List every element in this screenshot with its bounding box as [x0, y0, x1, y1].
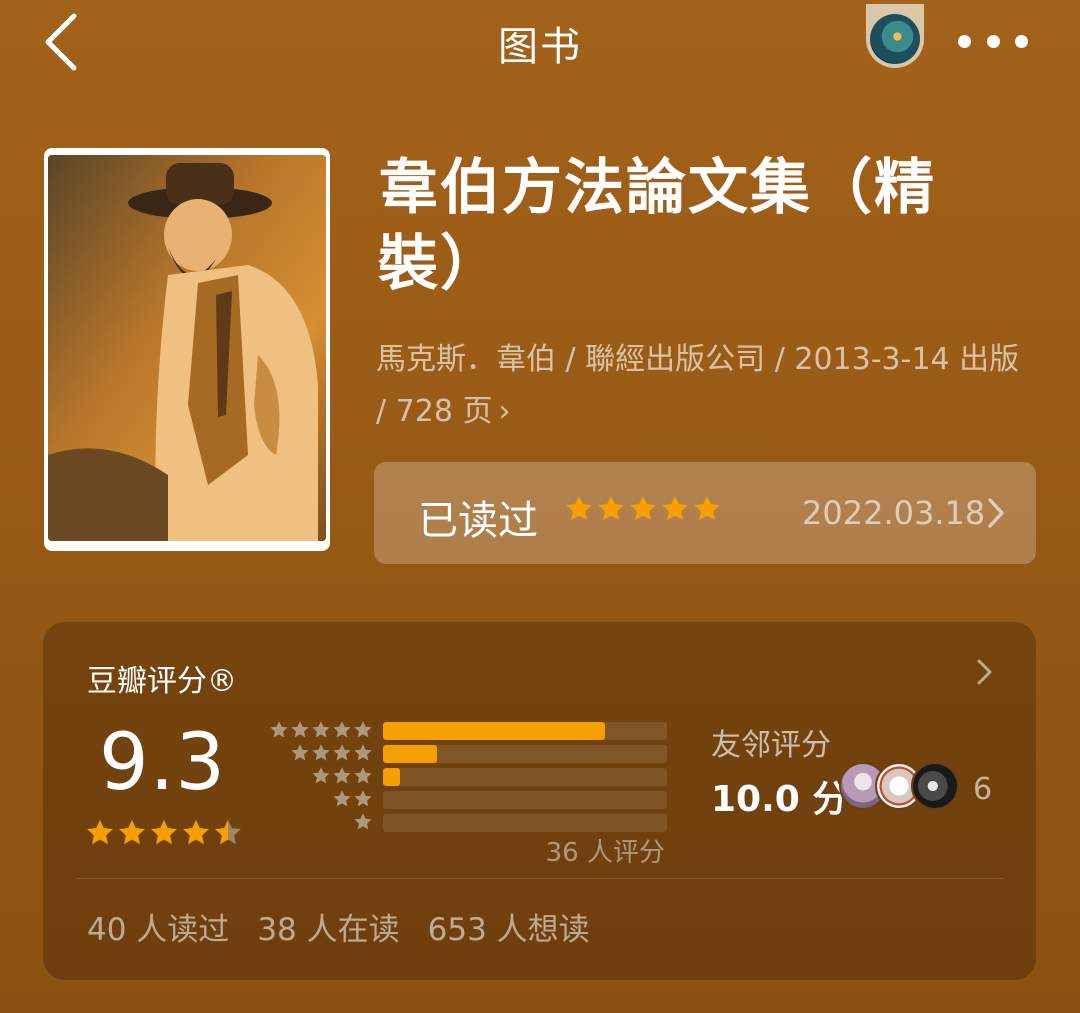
star-icon [598, 495, 624, 521]
reading-count[interactable]: 38 人在读 [257, 904, 399, 949]
star-icon [87, 819, 113, 845]
read-count[interactable]: 40 人读过 [87, 904, 229, 949]
book-title: 韋伯方法論文集（精裝） [378, 153, 936, 299]
user-avatar[interactable] [866, 4, 924, 68]
star-icon [291, 721, 309, 738]
distribution-star-label [265, 766, 373, 789]
star-icon [291, 744, 309, 761]
my-rating-stars [564, 494, 722, 534]
distribution-star-label [265, 720, 373, 743]
distribution-bar-track [383, 722, 667, 740]
star-icon [333, 721, 351, 738]
rating-distribution-stars [265, 720, 373, 835]
star-icon [312, 721, 330, 738]
rating-count: 36 人评分 [545, 838, 665, 868]
more-dots-icon [958, 34, 971, 48]
star-icon [354, 767, 372, 784]
avatar [911, 762, 959, 810]
distribution-star-label [265, 789, 373, 812]
divider [76, 878, 1004, 879]
book-cover[interactable] [44, 148, 330, 551]
chevron-right-icon: › [498, 394, 511, 429]
want-count[interactable]: 653 人想读 [428, 904, 590, 949]
star-icon [119, 819, 145, 845]
distribution-bar-3-star [383, 768, 401, 786]
distribution-bar-track [383, 768, 667, 786]
star-icon [662, 495, 688, 521]
star-icon [215, 819, 241, 845]
star-icon [183, 819, 209, 845]
star-icon [354, 813, 372, 830]
star-icon [333, 790, 351, 807]
star-icon [151, 819, 177, 845]
star-icon [566, 495, 592, 521]
star-icon [312, 767, 330, 784]
book-meta-text: 馬克斯．韋伯 / 聯經出版公司 / 2013-3-14 出版 / 728 页 [376, 342, 1020, 429]
top-bar: 图书 [0, 0, 1080, 90]
star-icon [333, 744, 351, 761]
rating-score: 9.3 [99, 718, 227, 808]
friend-avatars[interactable] [839, 762, 969, 810]
rating-distribution-bars [383, 722, 667, 837]
reading-status-card[interactable]: 已读过 2022.03.18 [374, 462, 1036, 564]
distribution-bar-5-star [383, 722, 605, 740]
star-icon [270, 721, 288, 738]
star-icon [630, 495, 656, 521]
reading-status-label: 已读过 [418, 498, 538, 544]
chevron-right-icon [977, 659, 992, 685]
star-icon [333, 767, 351, 784]
star-icon [354, 744, 372, 761]
star-icon [354, 790, 372, 807]
book-meta[interactable]: 馬克斯．韋伯 / 聯經出版公司 / 2013-3-14 出版 / 728 页 › [376, 334, 1036, 438]
reading-date: 2022.03.18 [802, 494, 986, 532]
chevron-right-icon [988, 498, 1004, 528]
friends-count: 6 [973, 772, 993, 807]
distribution-bar-track [383, 745, 667, 763]
distribution-bar-track [383, 814, 667, 832]
rating-score-stars [85, 818, 243, 848]
rating-panel-title: 豆瓣评分® [87, 664, 237, 699]
reading-stats: 40 人读过 38 人在读 653 人想读 [87, 904, 590, 949]
distribution-star-label [265, 812, 373, 835]
friends-rating-title: 友邻评分 [711, 728, 831, 763]
star-icon [312, 744, 330, 761]
more-button[interactable] [958, 28, 1028, 54]
distribution-bar-track [383, 791, 667, 809]
star-icon [694, 495, 720, 521]
distribution-star-label [265, 743, 373, 766]
douban-rating-panel[interactable]: 豆瓣评分® 9.3 36 人评分 友邻评分 10.0 分 6 40 人读过 38… [43, 622, 1036, 980]
friends-rating-score: 10.0 分 [711, 779, 849, 820]
book-cover-image [48, 155, 326, 541]
distribution-bar-4-star [383, 745, 437, 763]
star-icon [354, 721, 372, 738]
